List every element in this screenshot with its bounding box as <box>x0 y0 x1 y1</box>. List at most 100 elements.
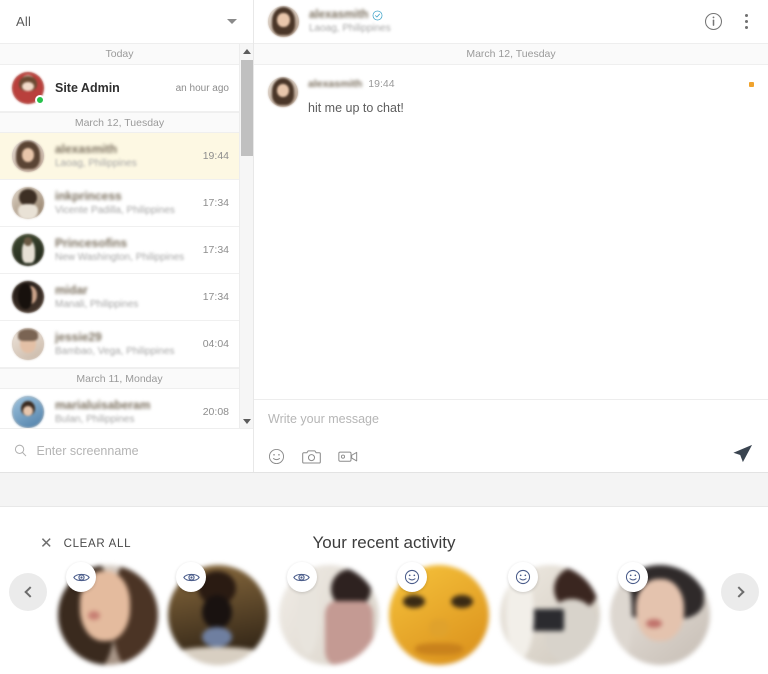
message-input[interactable] <box>268 412 754 426</box>
chat-day-divider: March 12, Tuesday <box>254 44 768 65</box>
verified-check-icon <box>373 10 383 20</box>
activity-card[interactable] <box>278 562 379 665</box>
video-camera-icon[interactable] <box>338 449 358 464</box>
scroll-up-arrow-icon[interactable] <box>240 44 253 58</box>
list-item-body: Princesofins New Washington, Philippines <box>55 236 195 265</box>
conversation-name: marialuisaberam <box>55 397 151 412</box>
chat-message-text: hit me up to chat! <box>308 101 404 115</box>
conversation-location: New Washington, Philippines <box>55 251 185 263</box>
conversation-location: Bulan, Philippines <box>55 413 135 425</box>
avatar <box>12 187 44 219</box>
avatar <box>12 328 44 360</box>
conversation-sidebar: All Today Site Admin an hour ago March 1… <box>0 0 254 472</box>
conversation-list: Today Site Admin an hour ago March 12, T… <box>0 44 239 428</box>
chevron-left-icon[interactable] <box>9 573 47 611</box>
day-separator: March 11, Monday <box>0 368 239 389</box>
avatar-image <box>12 234 44 266</box>
send-paper-plane-icon[interactable] <box>731 442 754 470</box>
activity-card-list <box>58 562 710 665</box>
list-item[interactable]: alexasmith Laoag, Philippines 19:44 <box>0 133 239 180</box>
camera-icon[interactable] <box>302 448 321 465</box>
chat-panel: alexasmith Laoag, Philippines March 12, … <box>254 0 768 472</box>
avatar[interactable] <box>268 6 299 37</box>
conversation-filter-dropdown[interactable]: All <box>0 0 253 44</box>
list-item[interactable]: Site Admin an hour ago <box>0 65 239 112</box>
conversation-time: 17:34 <box>202 291 229 303</box>
conversation-list-scrollbar[interactable] <box>239 44 253 428</box>
chevron-down-icon <box>227 19 237 24</box>
search-input[interactable] <box>36 443 239 458</box>
list-item-body: inkprincess Vicente Padilla, Philippines <box>55 189 195 218</box>
list-item[interactable]: Princesofins New Washington, Philippines… <box>0 227 239 274</box>
smiley-icon <box>397 562 428 592</box>
scrollbar-thumb[interactable] <box>241 60 253 156</box>
conversation-location: Manali, Philippines <box>55 298 139 310</box>
conversation-location: Bambao, Vega, Philippines <box>55 345 175 357</box>
activity-card[interactable] <box>389 562 490 665</box>
more-vertical-icon[interactable] <box>739 12 754 31</box>
recent-activity-header: ✕ CLEAR ALL Your recent activity <box>0 507 768 565</box>
chat-message-author: alexasmith <box>308 78 363 90</box>
recent-activity-panel: ✕ CLEAR ALL Your recent activity <box>0 506 768 674</box>
chat-header-username: alexasmith <box>309 9 369 21</box>
chat-message: alexasmith 19:44 hit me up to chat! <box>268 77 754 116</box>
chat-message-meta: alexasmith 19:44 <box>308 77 754 91</box>
chat-message-list: alexasmith 19:44 hit me up to chat! <box>254 65 768 399</box>
avatar <box>12 72 45 105</box>
chat-header-location: Laoag, Philippines <box>309 23 391 34</box>
conversation-location: Laoag, Philippines <box>55 157 137 169</box>
message-composer <box>254 399 768 472</box>
avatar[interactable] <box>268 77 298 107</box>
activity-card[interactable] <box>168 562 269 665</box>
conversation-location: Vicente Padilla, Philippines <box>55 204 175 216</box>
scroll-down-arrow-icon[interactable] <box>240 414 253 428</box>
list-item[interactable]: marialuisaberam Bulan, Philippines 20:08 <box>0 389 239 428</box>
activity-card[interactable] <box>58 562 158 665</box>
list-item-body: midar Manali, Philippines <box>55 283 195 312</box>
list-item-body: Site Admin <box>55 81 168 96</box>
avatar <box>12 396 44 428</box>
avatar-image <box>12 140 44 172</box>
avatar-image <box>268 6 299 37</box>
conversation-time: 20:08 <box>202 406 229 418</box>
day-separator: Today <box>0 44 239 65</box>
smiley-icon <box>617 562 648 592</box>
conversation-time: an hour ago <box>175 82 229 94</box>
info-circle-icon[interactable] <box>704 12 723 31</box>
eye-icon <box>66 562 96 592</box>
list-item-body: marialuisaberam Bulan, Philippines <box>55 398 195 427</box>
conversation-name: jessie29 <box>55 329 102 344</box>
chat-header-name-row: alexasmith <box>309 8 391 22</box>
list-item-body: jessie29 Bambao, Vega, Philippines <box>55 330 195 359</box>
online-status-dot <box>35 95 45 105</box>
emoji-smiley-icon[interactable] <box>268 448 285 465</box>
chat-header: alexasmith Laoag, Philippines <box>254 0 768 44</box>
day-separator: March 12, Tuesday <box>0 112 239 133</box>
conversation-name: midar <box>55 282 88 297</box>
avatar-image <box>12 396 44 428</box>
page-title: Your recent activity <box>312 533 456 552</box>
recent-activity-carousel <box>0 562 768 674</box>
avatar <box>12 281 44 313</box>
chat-message-main: alexasmith 19:44 hit me up to chat! <box>308 77 754 116</box>
activity-card[interactable] <box>499 562 600 665</box>
eye-icon <box>286 562 317 592</box>
chat-message-time: 19:44 <box>368 78 395 90</box>
conversation-time: 17:34 <box>202 244 229 256</box>
conversation-name: alexasmith <box>55 141 118 156</box>
chevron-right-icon[interactable] <box>721 573 759 611</box>
search-icon <box>14 444 27 457</box>
avatar-image <box>12 328 44 360</box>
chat-header-text: alexasmith Laoag, Philippines <box>309 8 391 35</box>
conversation-list-wrapper: Today Site Admin an hour ago March 12, T… <box>0 44 253 428</box>
list-item[interactable]: midar Manali, Philippines 17:34 <box>0 274 239 321</box>
conversation-time: 19:44 <box>202 150 229 162</box>
conversation-name: inkprincess <box>55 188 122 203</box>
search-bar <box>0 428 253 472</box>
activity-card[interactable] <box>609 562 710 665</box>
list-item[interactable]: inkprincess Vicente Padilla, Philippines… <box>0 180 239 227</box>
conversation-name: Site Admin <box>55 80 120 95</box>
list-item[interactable]: jessie29 Bambao, Vega, Philippines 04:04 <box>0 321 239 368</box>
messenger-panel: All Today Site Admin an hour ago March 1… <box>0 0 768 473</box>
avatar <box>12 140 44 172</box>
